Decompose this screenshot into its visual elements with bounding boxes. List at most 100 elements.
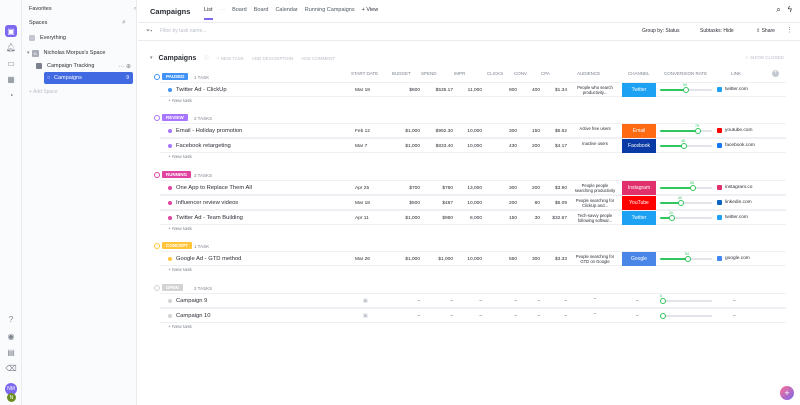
tab-calendar[interactable]: Calendar [275, 7, 297, 20]
budget-cell[interactable]: $1,000 [392, 257, 420, 262]
new-task-button[interactable]: + New task [168, 155, 192, 160]
table-row[interactable]: Influencer review videos Mar 18 $500 $487 10… [160, 195, 786, 210]
budget-cell[interactable]: $700 [392, 186, 420, 191]
inbox-icon[interactable]: ▭ [5, 57, 17, 69]
column-header-link[interactable]: LINK [731, 71, 741, 76]
link-cell[interactable]: linkedin.com [717, 200, 752, 205]
status-badge[interactable]: CONCEPT [162, 242, 193, 249]
slider-handle[interactable] [678, 200, 684, 206]
search-input[interactable]: Filter by task name... [160, 28, 206, 34]
spend-cell[interactable]: $980 [421, 216, 453, 221]
slider-handle[interactable] [685, 256, 691, 262]
conversions-cell[interactable]: 200 [514, 144, 540, 149]
channel-cell[interactable]: Twitter [622, 83, 656, 97]
budget-cell[interactable]: $600 [392, 88, 420, 93]
budget-cell[interactable]: $500 [392, 201, 420, 206]
sidebar-item-space[interactable]: ▾ N Nicholas Morpus's Space [27, 47, 142, 59]
sidebar-item-everything[interactable]: Everything [29, 32, 144, 44]
group-collapse-icon[interactable] [154, 243, 160, 249]
spend-cell[interactable]: $780 [421, 186, 453, 191]
trash-icon[interactable]: ⌫ [5, 362, 17, 374]
channel-cell[interactable]: Facebook [622, 139, 656, 153]
new-task-button[interactable]: + New task [168, 227, 192, 232]
status-badge[interactable]: RUNNING [162, 171, 191, 178]
cpa-cell[interactable]: $32.67 [541, 216, 567, 221]
clicks-cell[interactable]: 200 [487, 201, 517, 206]
cpa-cell[interactable]: $4.17 [541, 144, 567, 149]
column-header-clicks[interactable]: CLICKS [487, 71, 503, 76]
more-icon[interactable]: ⋮ [786, 26, 793, 34]
calendar-icon[interactable]: ▣ [363, 314, 368, 319]
column-header-start-date[interactable]: START DATE [351, 71, 378, 76]
status-badge[interactable]: OPEN [162, 284, 183, 291]
search-icon[interactable]: ⌕ [776, 5, 780, 15]
conversion-rate-slider[interactable]: 20 [660, 211, 712, 221]
column-header-audience[interactable]: AUDIENCE [577, 71, 600, 76]
status-dot[interactable] [168, 299, 172, 303]
docs-icon[interactable]: ▤ [5, 346, 17, 358]
start-date-cell[interactable]: Feb 12 [355, 129, 370, 134]
cpa-cell[interactable]: $3.33 [541, 257, 567, 262]
cpa-cell[interactable]: $1.34 [541, 88, 567, 93]
home-icon[interactable]: ▣ [5, 25, 17, 37]
clicks-cell[interactable]: 300 [487, 129, 517, 134]
task-name[interactable]: Twitter Ad - Team Building [176, 215, 243, 221]
channel-cell[interactable]: Twitter [622, 211, 656, 225]
conversions-cell[interactable]: 300 [514, 257, 540, 262]
cpa-cell[interactable]: $6.09 [541, 201, 567, 206]
table-row[interactable]: Campaign 9 ▣ – – – – – – – –0– [160, 293, 786, 308]
share-button[interactable]: ⇪ Share [756, 28, 775, 34]
conversion-rate-slider[interactable]: 65 [660, 181, 712, 191]
audience-cell[interactable]: Tech-savvy people following softwar... [573, 213, 617, 224]
conversion-rate-slider[interactable]: 0 [660, 294, 712, 304]
conversions-cell[interactable]: 200 [514, 186, 540, 191]
audience-cell[interactable]: People people searching productivity app… [573, 183, 617, 194]
column-header-cpa[interactable]: CPA [541, 71, 550, 76]
conversion-rate-slider[interactable]: 75 [660, 124, 712, 134]
start-date-cell[interactable]: Mar 18 [355, 88, 370, 93]
impressions-cell[interactable]: 11,000 [454, 88, 482, 93]
impressions-cell[interactable]: 10,000 [454, 144, 482, 149]
slider-handle[interactable] [683, 87, 689, 93]
link-cell[interactable]: – [733, 299, 736, 304]
impressions-cell[interactable]: 10,000 [454, 257, 482, 262]
add-space-button[interactable]: + Add Space [29, 89, 58, 95]
task-name[interactable]: Facebook retargeting [176, 143, 231, 149]
group-collapse-icon[interactable] [154, 172, 160, 178]
more-icon[interactable]: ··· [220, 7, 226, 20]
conversions-cell[interactable]: 150 [514, 129, 540, 134]
column-header-spend[interactable]: SPEND [421, 71, 437, 76]
table-row[interactable]: Twitter Ad - ClickUp Mar 18 $600 $535.17 11,… [160, 82, 786, 97]
add-description-button[interactable]: ADD DESCRIPTION [252, 56, 294, 61]
info-icon[interactable]: ⓘ [204, 55, 209, 61]
tab-running-campaigns[interactable]: Running Campaigns [305, 7, 355, 20]
budget-cell[interactable]: – [392, 299, 420, 304]
table-row[interactable]: Facebook retargeting Mar 7 $1,000 $833.40 10… [160, 138, 786, 153]
status-dot[interactable] [168, 201, 172, 205]
audience-cell[interactable]: People searching for GTD on Google [573, 254, 617, 265]
quick-add-button[interactable]: + [780, 386, 794, 400]
channel-cell[interactable]: YouTube [622, 196, 656, 210]
task-name[interactable]: Campaign 9 [176, 298, 207, 304]
start-date-cell[interactable]: Apr 11 [355, 216, 369, 221]
spend-cell[interactable]: $535.17 [421, 88, 453, 93]
audience-cell[interactable]: – [573, 296, 617, 307]
group-collapse-icon[interactable] [154, 74, 160, 80]
lightning-icon[interactable]: ϟ [788, 5, 792, 15]
page-title[interactable]: Campaigns [150, 7, 190, 16]
spend-cell[interactable]: – [421, 299, 453, 304]
slider-handle[interactable] [660, 313, 666, 319]
column-header-conversion-rate[interactable]: CONVERSION RATE [664, 71, 707, 76]
task-name[interactable]: Influencer review videos [176, 200, 238, 206]
audience-cell[interactable]: People who search productivity... [573, 85, 617, 96]
budget-cell[interactable]: – [392, 314, 420, 319]
more-icon[interactable]: ··· ⊕ [118, 63, 131, 70]
new-task-button[interactable]: + New task [168, 268, 192, 273]
budget-cell[interactable]: $1,000 [392, 216, 420, 221]
audience-cell[interactable]: Active free users [573, 126, 617, 137]
cpa-cell[interactable]: $6.62 [541, 129, 567, 134]
table-row[interactable]: Email - Holiday promotion Feb 12 $1,000 $99… [160, 123, 786, 138]
status-dot[interactable] [168, 186, 172, 190]
tab-board[interactable]: Board [232, 7, 247, 20]
spend-cell[interactable]: $487 [421, 201, 453, 206]
